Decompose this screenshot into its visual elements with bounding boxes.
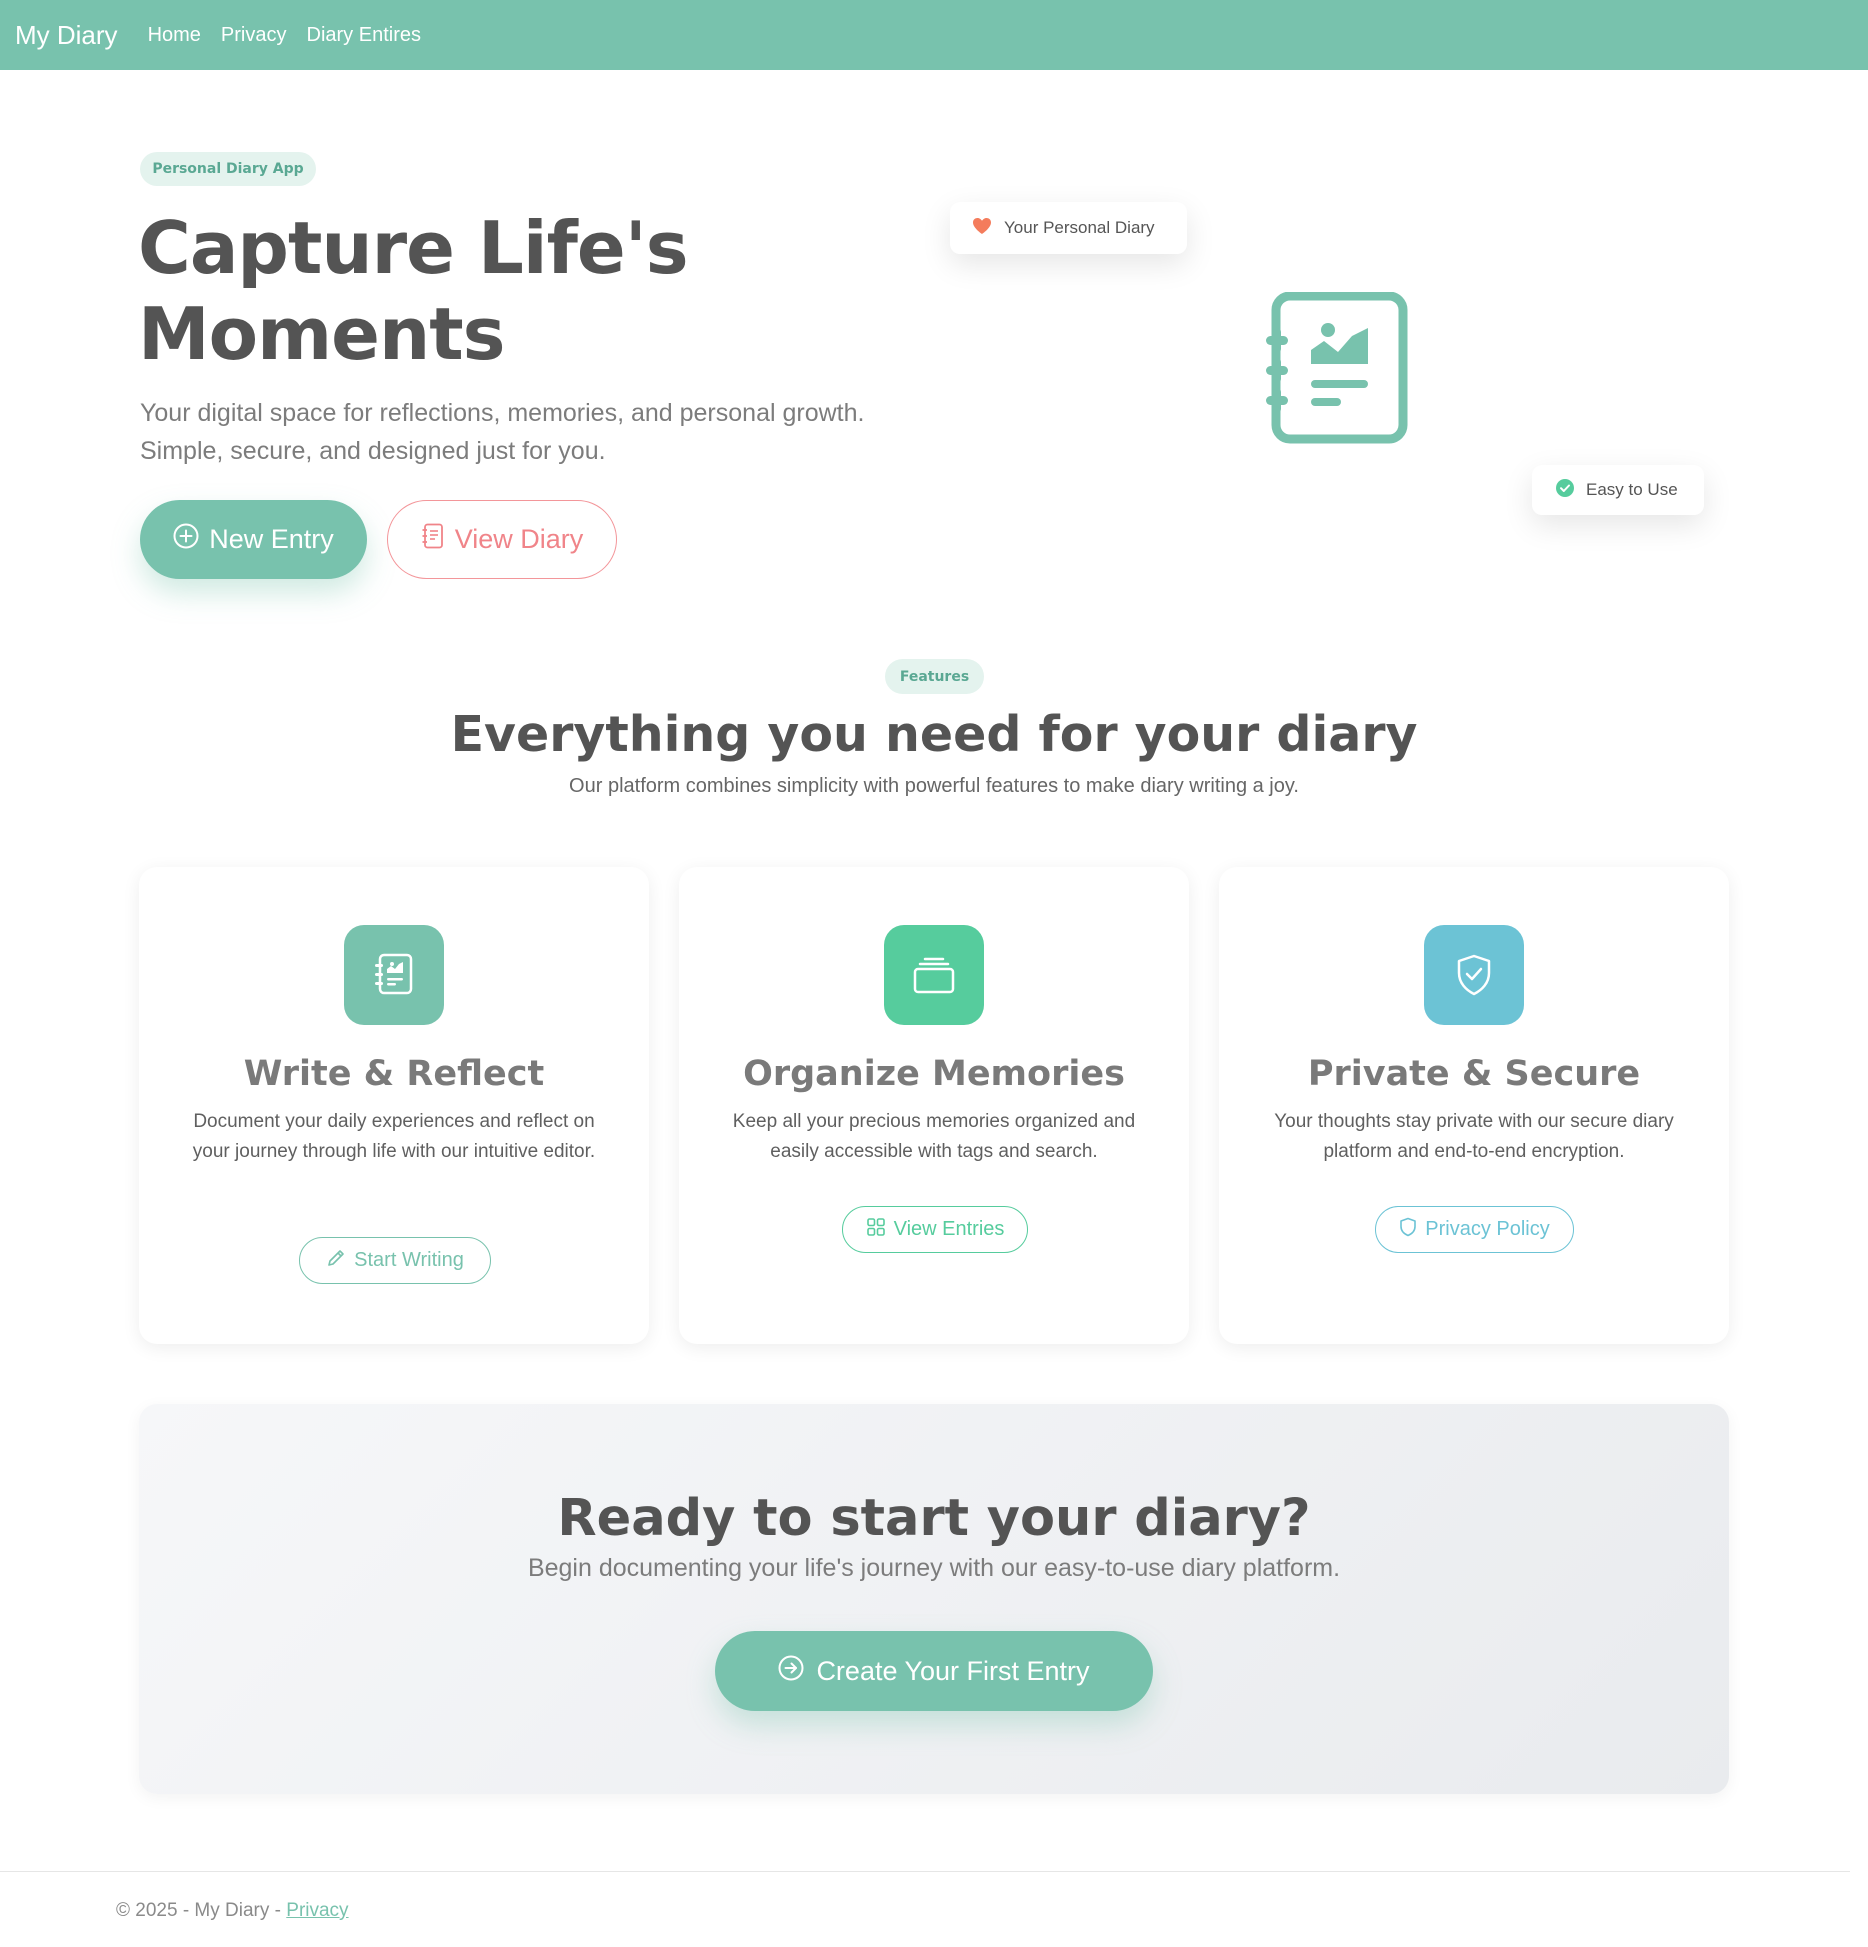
features-title: Everything you need for your diary	[450, 706, 1418, 763]
footer: © 2025 - My Diary - Privacy	[116, 1900, 349, 1922]
view-diary-button[interactable]: View Diary	[387, 500, 617, 579]
start-writing-label: Start Writing	[354, 1249, 464, 1271]
hero-badge: Personal Diary App	[140, 152, 316, 186]
hero-subtitle: Your digital space for reflections, memo…	[140, 399, 865, 465]
journal-icon	[344, 925, 444, 1025]
footer-copyright: © 2025 - My Diary -	[116, 1900, 287, 1921]
shield-icon	[1399, 1217, 1417, 1243]
view-diary-label: View Diary	[454, 524, 584, 554]
shield-check-icon	[1424, 925, 1524, 1025]
feature-card-private: Private & Secure Your thoughts stay priv…	[1219, 867, 1729, 1344]
journal-text-icon	[421, 523, 445, 556]
footer-privacy-link[interactable]: Privacy	[286, 1900, 348, 1921]
privacy-policy-button[interactable]: Privacy Policy	[1375, 1206, 1574, 1253]
feature-title-private: Private & Secure	[1307, 1054, 1641, 1094]
nav-link-privacy[interactable]: Privacy	[221, 24, 287, 47]
heart-icon	[972, 217, 992, 240]
feature-text-organize: Keep all your precious memories organize…	[732, 1111, 1136, 1162]
footer-divider	[0, 1871, 1850, 1872]
cta-subtitle: Begin documenting your life's journey wi…	[527, 1554, 1341, 1582]
feature-text-write: Document your daily experiences and refl…	[192, 1111, 596, 1162]
brand-link[interactable]: My Diary	[15, 20, 118, 51]
navbar: My Diary Home Privacy Diary Entires	[0, 0, 1868, 70]
collection-icon	[884, 925, 984, 1025]
personal-diary-card: Your Personal Diary	[950, 202, 1187, 254]
features-subtitle: Our platform combines simplicity with po…	[569, 775, 1299, 797]
feature-card-write: Write & Reflect Document your daily expe…	[139, 867, 649, 1344]
view-entries-button[interactable]: View Entries	[842, 1206, 1028, 1253]
feature-title-organize: Organize Memories	[743, 1054, 1125, 1094]
start-writing-button[interactable]: Start Writing	[299, 1237, 491, 1284]
cta-title: Ready to start your diary?	[557, 1489, 1311, 1548]
check-circle-icon	[1556, 478, 1574, 502]
features-badge: Features	[885, 659, 984, 694]
privacy-policy-label: Privacy Policy	[1425, 1218, 1550, 1240]
hero-title-line1: Capture Life's	[138, 206, 689, 290]
create-first-entry-button[interactable]: Create Your First Entry	[715, 1631, 1153, 1711]
hero-title-line2: Moments	[138, 292, 505, 376]
cta-section: Ready to start your diary? Begin documen…	[139, 1404, 1729, 1794]
view-entries-label: View Entries	[893, 1218, 1005, 1240]
grid-icon	[866, 1217, 886, 1243]
personal-diary-label: Your Personal Diary	[1004, 218, 1155, 237]
hero-title: Capture Life's Moments	[138, 205, 898, 377]
new-entry-button[interactable]: New Entry	[140, 500, 367, 579]
create-first-entry-label: Create Your First Entry	[816, 1655, 1090, 1686]
new-entry-label: New Entry	[209, 524, 334, 554]
diary-illustration-icon	[1260, 291, 1410, 452]
feature-title-write: Write & Reflect	[243, 1054, 545, 1094]
arrow-right-circle-icon	[778, 1655, 804, 1688]
nav-link-diary-entries[interactable]: Diary Entires	[307, 24, 421, 47]
easy-to-use-label: Easy to Use	[1586, 480, 1678, 499]
easy-to-use-card: Easy to Use	[1532, 465, 1704, 515]
feature-text-private: Your thoughts stay private with our secu…	[1274, 1111, 1674, 1162]
nav-link-home[interactable]: Home	[148, 24, 201, 47]
feature-card-organize: Organize Memories Keep all your precious…	[679, 867, 1189, 1344]
pencil-icon	[326, 1248, 346, 1274]
plus-circle-icon	[173, 523, 199, 556]
